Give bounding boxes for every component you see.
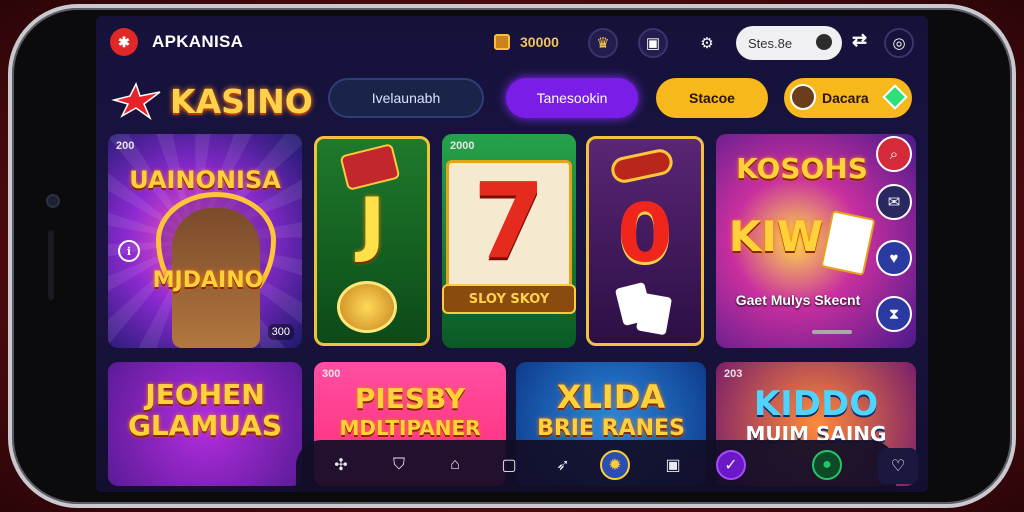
card-title-bottom: MDLTIPANER	[339, 416, 481, 440]
chip-icon	[608, 146, 676, 186]
top-bar: ✱ APKANISA 30000 ♛ ▣ ⚙ Stes.8e ⇄ ◎	[96, 16, 928, 68]
brand-title: KASINO	[170, 82, 313, 121]
square-icon[interactable]: ▢	[494, 450, 524, 480]
coin-balance: 30000	[520, 34, 559, 50]
card-tag: 2000	[450, 140, 475, 152]
check-icon[interactable]: ✓	[716, 450, 746, 480]
home-icon[interactable]: ⌂	[440, 450, 470, 480]
card-tag: 300	[322, 368, 341, 380]
reel-symbol: J	[358, 183, 386, 265]
heart-icon[interactable]: ♥	[876, 240, 912, 276]
stop-icon[interactable]: ▣	[658, 450, 688, 480]
heart-badge-icon[interactable]: ♡	[878, 448, 918, 484]
card-tag: 203	[724, 368, 743, 380]
search-field[interactable]: Stes.8e	[736, 26, 842, 60]
game-card-3[interactable]: 2000 7 SLOY SKOY	[442, 134, 576, 348]
rocket-icon[interactable]: ➶	[548, 450, 578, 480]
globe-icon[interactable]: ◎	[884, 28, 914, 58]
playing-card-icon	[820, 210, 876, 276]
nav-pill-4-label: Dacara	[822, 90, 869, 106]
card-caption: Gaet Mulys Skecnt	[735, 292, 861, 308]
nav-pill-4[interactable]: Dacara	[784, 78, 912, 118]
nav-pill-1[interactable]: Ivelaunabh	[328, 78, 484, 118]
profile-mini-icon	[816, 34, 832, 50]
app-logo-icon[interactable]: ✱	[110, 28, 138, 56]
side-button	[48, 230, 54, 300]
playing-card-icon	[635, 292, 673, 336]
app-screen: ✱ APKANISA 30000 ♛ ▣ ⚙ Stes.8e ⇄ ◎ KASIN…	[96, 16, 928, 492]
chat-icon[interactable]: ✉	[876, 184, 912, 220]
search-icon[interactable]: ⌕	[876, 136, 912, 172]
carousel-indicator	[812, 330, 852, 334]
card-title-top: UAINONISA	[129, 166, 281, 194]
flame-icon[interactable]: ✹	[600, 450, 630, 480]
search-value: Stes.8e	[748, 35, 793, 51]
hourglass-icon[interactable]: ⧗	[876, 296, 912, 332]
puzzle-icon[interactable]: ✣	[326, 450, 356, 480]
card-title-top: PIESBY	[354, 382, 466, 415]
star-logo-icon	[111, 82, 161, 120]
shield-icon[interactable]: ⛉	[384, 450, 414, 480]
card-title-bottom: MJDAINO	[152, 268, 264, 293]
nav-pill-3[interactable]: Stacoe	[656, 78, 768, 118]
avatar	[790, 84, 816, 110]
card-title-top: KOSOHS	[736, 152, 868, 185]
card-banner: SLOY SKOY	[442, 284, 576, 314]
card-title-top: KIDDO	[753, 384, 879, 424]
game-card-1[interactable]: 200 UAINONISA MJDAINO ℹ 300	[108, 134, 302, 348]
bottom-nav: ✣ ⛉ ⌂ ▢ ➶ ✹ ▣ ✓ ●	[296, 440, 896, 492]
card-title-top: XLIDA	[556, 378, 666, 416]
refresh-icon[interactable]: ⇄	[852, 30, 867, 51]
coin-icon	[494, 34, 510, 50]
game-card-4[interactable]: 0	[586, 136, 704, 346]
lucky-seven: 7	[472, 160, 546, 282]
player-count: 300	[267, 324, 294, 340]
camera-icon	[46, 194, 60, 208]
circle-icon[interactable]: ●	[812, 450, 842, 480]
card-tag: 200	[116, 140, 135, 152]
card-title-bottom: BRIE RANES	[537, 416, 685, 441]
game-card-2[interactable]: J	[314, 136, 430, 346]
card-title-bottom: KIW	[728, 212, 824, 261]
card-title: JEOHEN GLAMUAS	[127, 378, 283, 442]
gallery-icon[interactable]: ▣	[638, 28, 668, 58]
gem-icon	[882, 84, 908, 110]
coin-icon	[337, 281, 397, 333]
settings-icon[interactable]: ⚙	[692, 28, 722, 58]
app-name: APKANISA	[152, 32, 244, 51]
info-icon[interactable]: ℹ	[118, 240, 140, 262]
reel-symbol: 0	[617, 187, 673, 280]
trophy-icon[interactable]: ♛	[588, 28, 618, 58]
nav-pill-2[interactable]: Tanesookin	[506, 78, 638, 118]
game-card-6[interactable]: JEOHEN GLAMUAS	[108, 362, 302, 486]
